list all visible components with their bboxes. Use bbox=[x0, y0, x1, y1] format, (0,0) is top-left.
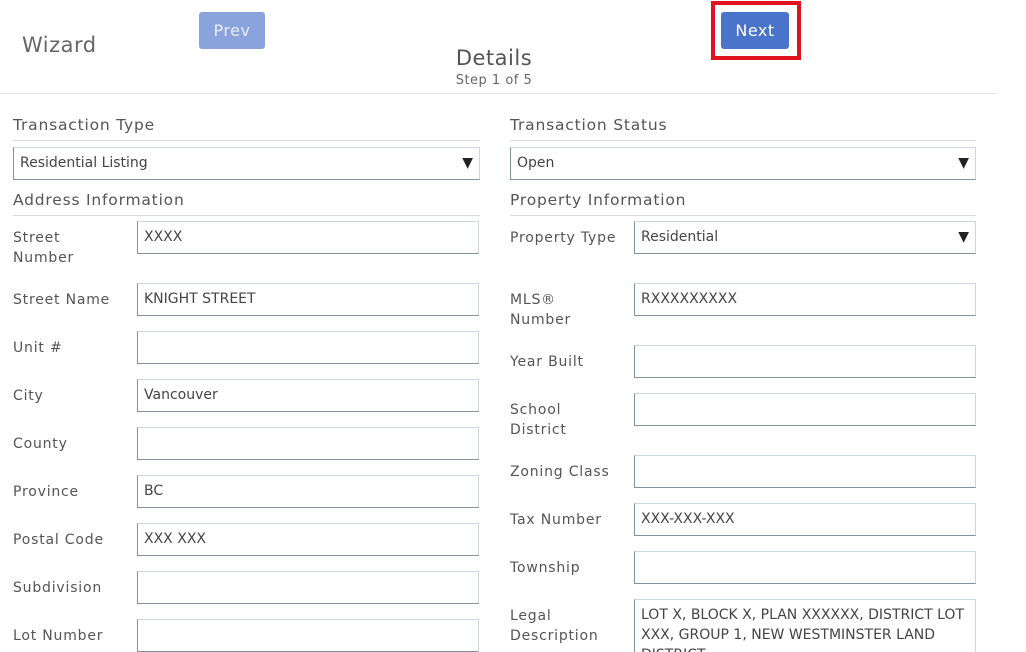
city-input[interactable]: Vancouver bbox=[137, 379, 479, 412]
property-information-heading: Property Information bbox=[510, 188, 976, 216]
mls-number-label: MLS® Number bbox=[510, 292, 572, 328]
property-type-select[interactable]: Residential ▼ bbox=[634, 221, 976, 254]
wizard-header: Wizard Prev Next Details Step 1 of 5 bbox=[0, 0, 997, 94]
tax-number-label: Tax Number bbox=[510, 512, 602, 528]
unit-label: Unit # bbox=[13, 340, 63, 356]
zoning-class-input[interactable] bbox=[634, 455, 976, 488]
highlight-box bbox=[711, 1, 801, 60]
legal-description-label: Legal Description bbox=[510, 608, 599, 644]
zoning-class-label: Zoning Class bbox=[510, 464, 610, 480]
township-input[interactable] bbox=[634, 551, 976, 584]
lot-number-input[interactable] bbox=[137, 619, 479, 652]
province-input[interactable]: BC bbox=[137, 475, 479, 508]
lot-number-label: Lot Number bbox=[13, 628, 104, 644]
street-number-label: Street Number bbox=[13, 230, 75, 266]
transaction-type-value: Residential Listing bbox=[20, 155, 148, 171]
postal-code-label: Postal Code bbox=[13, 532, 104, 548]
year-built-input[interactable] bbox=[634, 345, 976, 378]
school-district-input[interactable] bbox=[634, 393, 976, 426]
subdivision-input[interactable] bbox=[137, 571, 479, 604]
transaction-status-value: Open bbox=[517, 155, 555, 171]
address-information-heading: Address Information bbox=[13, 188, 480, 216]
unit-input[interactable] bbox=[137, 331, 479, 364]
chevron-down-icon: ▼ bbox=[462, 155, 473, 171]
transaction-type-select[interactable]: Residential Listing ▼ bbox=[13, 147, 480, 180]
transaction-type-heading: Transaction Type bbox=[13, 113, 480, 141]
wizard-title: Wizard bbox=[22, 33, 97, 57]
county-input[interactable] bbox=[137, 427, 479, 460]
year-built-label: Year Built bbox=[510, 354, 584, 370]
subdivision-label: Subdivision bbox=[13, 580, 103, 596]
property-type-label: Property Type bbox=[510, 230, 617, 246]
school-district-label: School District bbox=[510, 402, 567, 438]
mls-number-input[interactable]: RXXXXXXXXX bbox=[634, 283, 976, 316]
step-indicator: Step 1 of 5 bbox=[455, 73, 533, 88]
chevron-down-icon: ▼ bbox=[958, 155, 969, 171]
chevron-down-icon: ▼ bbox=[958, 229, 969, 245]
city-label: City bbox=[13, 388, 44, 404]
county-label: County bbox=[13, 436, 68, 452]
street-name-label: Street Name bbox=[13, 292, 111, 308]
transaction-status-heading: Transaction Status bbox=[510, 113, 976, 141]
township-label: Township bbox=[510, 560, 581, 576]
province-label: Province bbox=[13, 484, 79, 500]
street-number-input[interactable]: XXXX bbox=[137, 221, 479, 254]
prev-button[interactable]: Prev bbox=[199, 12, 265, 49]
street-name-input[interactable]: KNIGHT STREET bbox=[137, 283, 479, 316]
step-title: Details bbox=[455, 46, 533, 70]
postal-code-input[interactable]: XXX XXX bbox=[137, 523, 479, 556]
transaction-status-select[interactable]: Open ▼ bbox=[510, 147, 976, 180]
property-type-value: Residential bbox=[641, 229, 719, 245]
legal-description-textarea[interactable]: LOT X, BLOCK X, PLAN XXXXXX, DISTRICT LO… bbox=[634, 599, 976, 652]
tax-number-input[interactable]: XXX-XXX-XXX bbox=[634, 503, 976, 536]
